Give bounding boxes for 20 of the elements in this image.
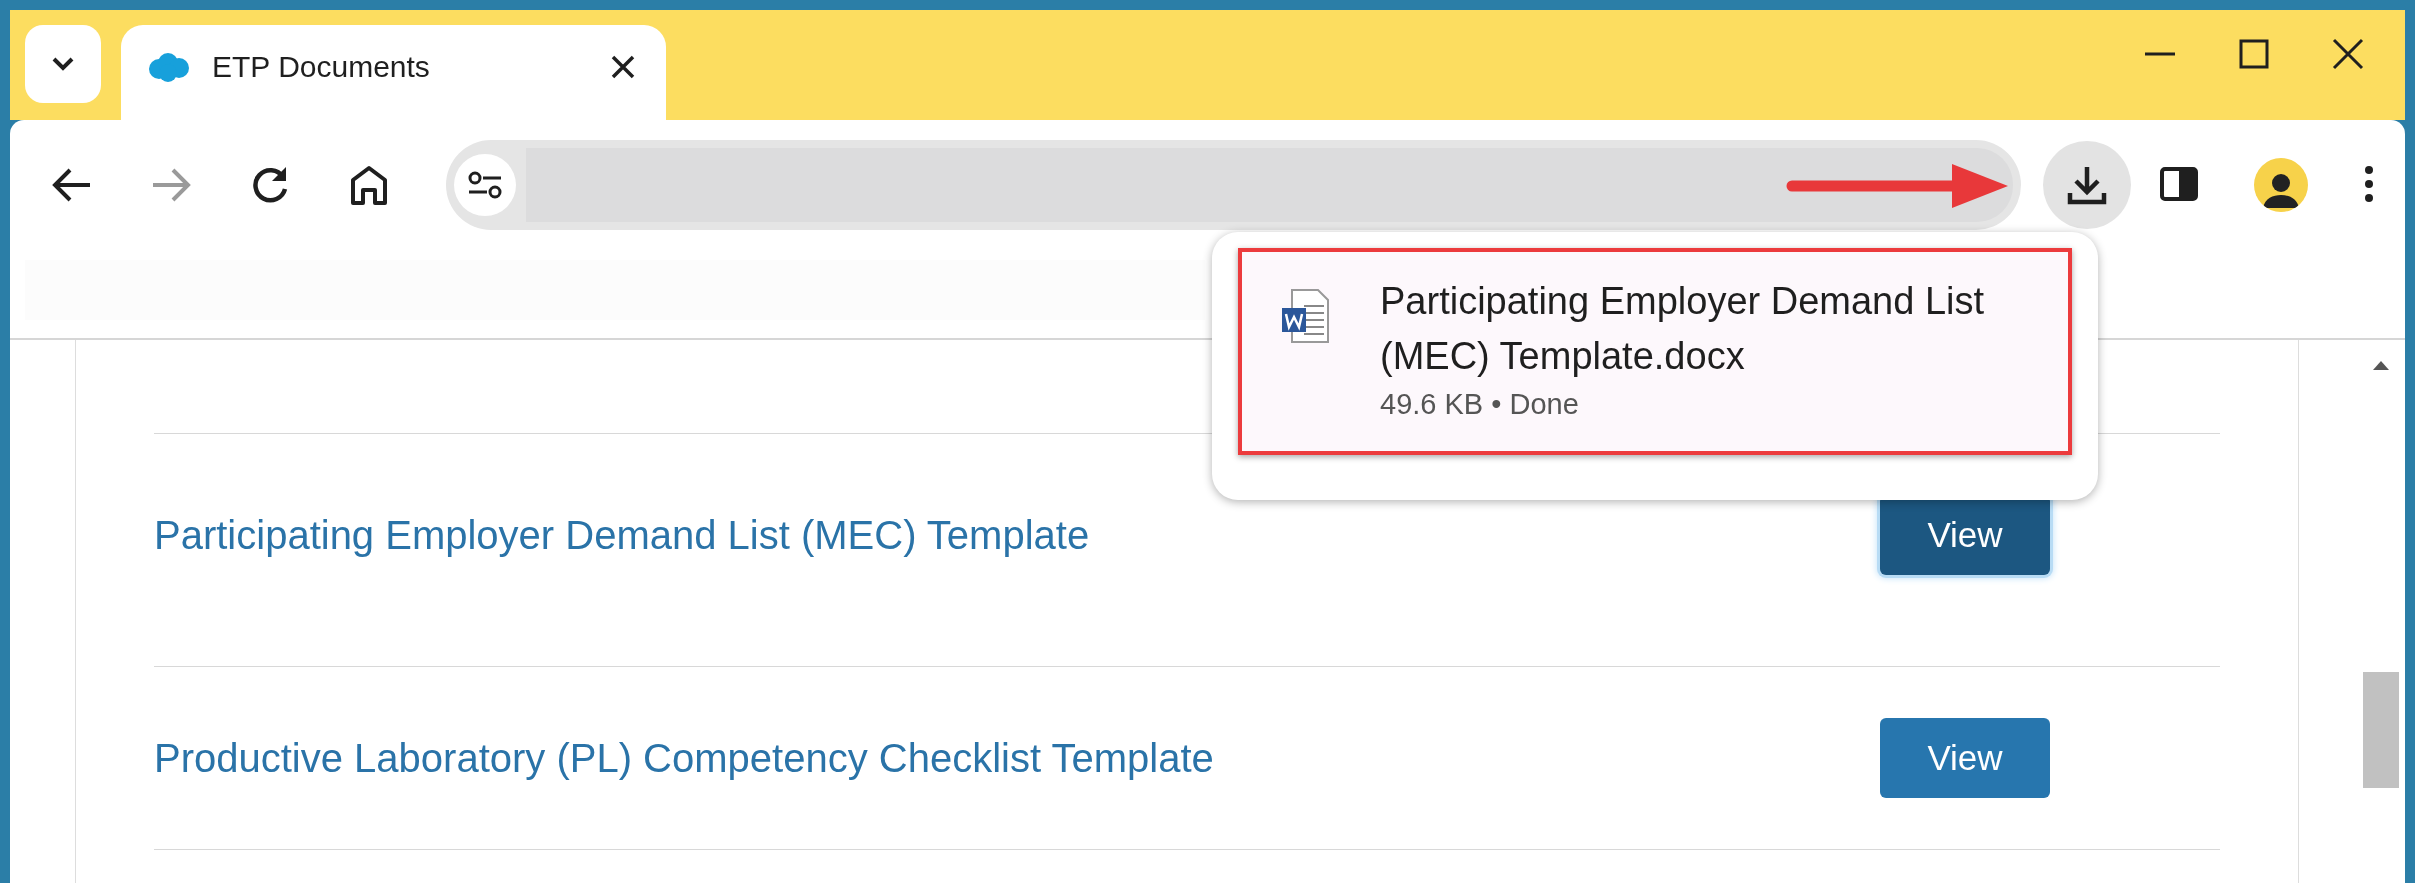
close-button[interactable]	[2331, 37, 2365, 71]
tune-icon	[467, 170, 503, 200]
tab-title: ETP Documents	[212, 49, 431, 84]
download-status: 49.6 KB • Done	[1380, 388, 1580, 421]
document-link[interactable]: Productive Laboratory (PL) Competency Checklist Template	[154, 735, 1214, 781]
word-document-icon	[1282, 288, 1330, 344]
download-item[interactable]: Participating Employer Demand List (MEC) Template.docx 49.6 KB • Done	[1238, 248, 2072, 455]
site-info-button[interactable]	[454, 154, 516, 216]
maximize-button[interactable]	[2237, 37, 2271, 71]
file-name: Participating Employer Demand List (MEC) Template.docx	[1380, 279, 1986, 379]
minimize-icon	[2143, 52, 2177, 56]
chevron-down-icon	[50, 55, 76, 73]
view-button[interactable]: View	[1880, 718, 2050, 798]
profile-button[interactable]	[2254, 158, 2308, 212]
address-field[interactable]	[526, 148, 2013, 222]
scrollbar-thumb[interactable]	[2363, 672, 2399, 788]
document-link[interactable]: Participating Employer Demand List (MEC) Template	[154, 512, 1090, 558]
browser-tab[interactable]: ETP Documents	[121, 25, 666, 120]
cloud-icon	[146, 50, 190, 83]
close-icon[interactable]	[610, 53, 636, 80]
